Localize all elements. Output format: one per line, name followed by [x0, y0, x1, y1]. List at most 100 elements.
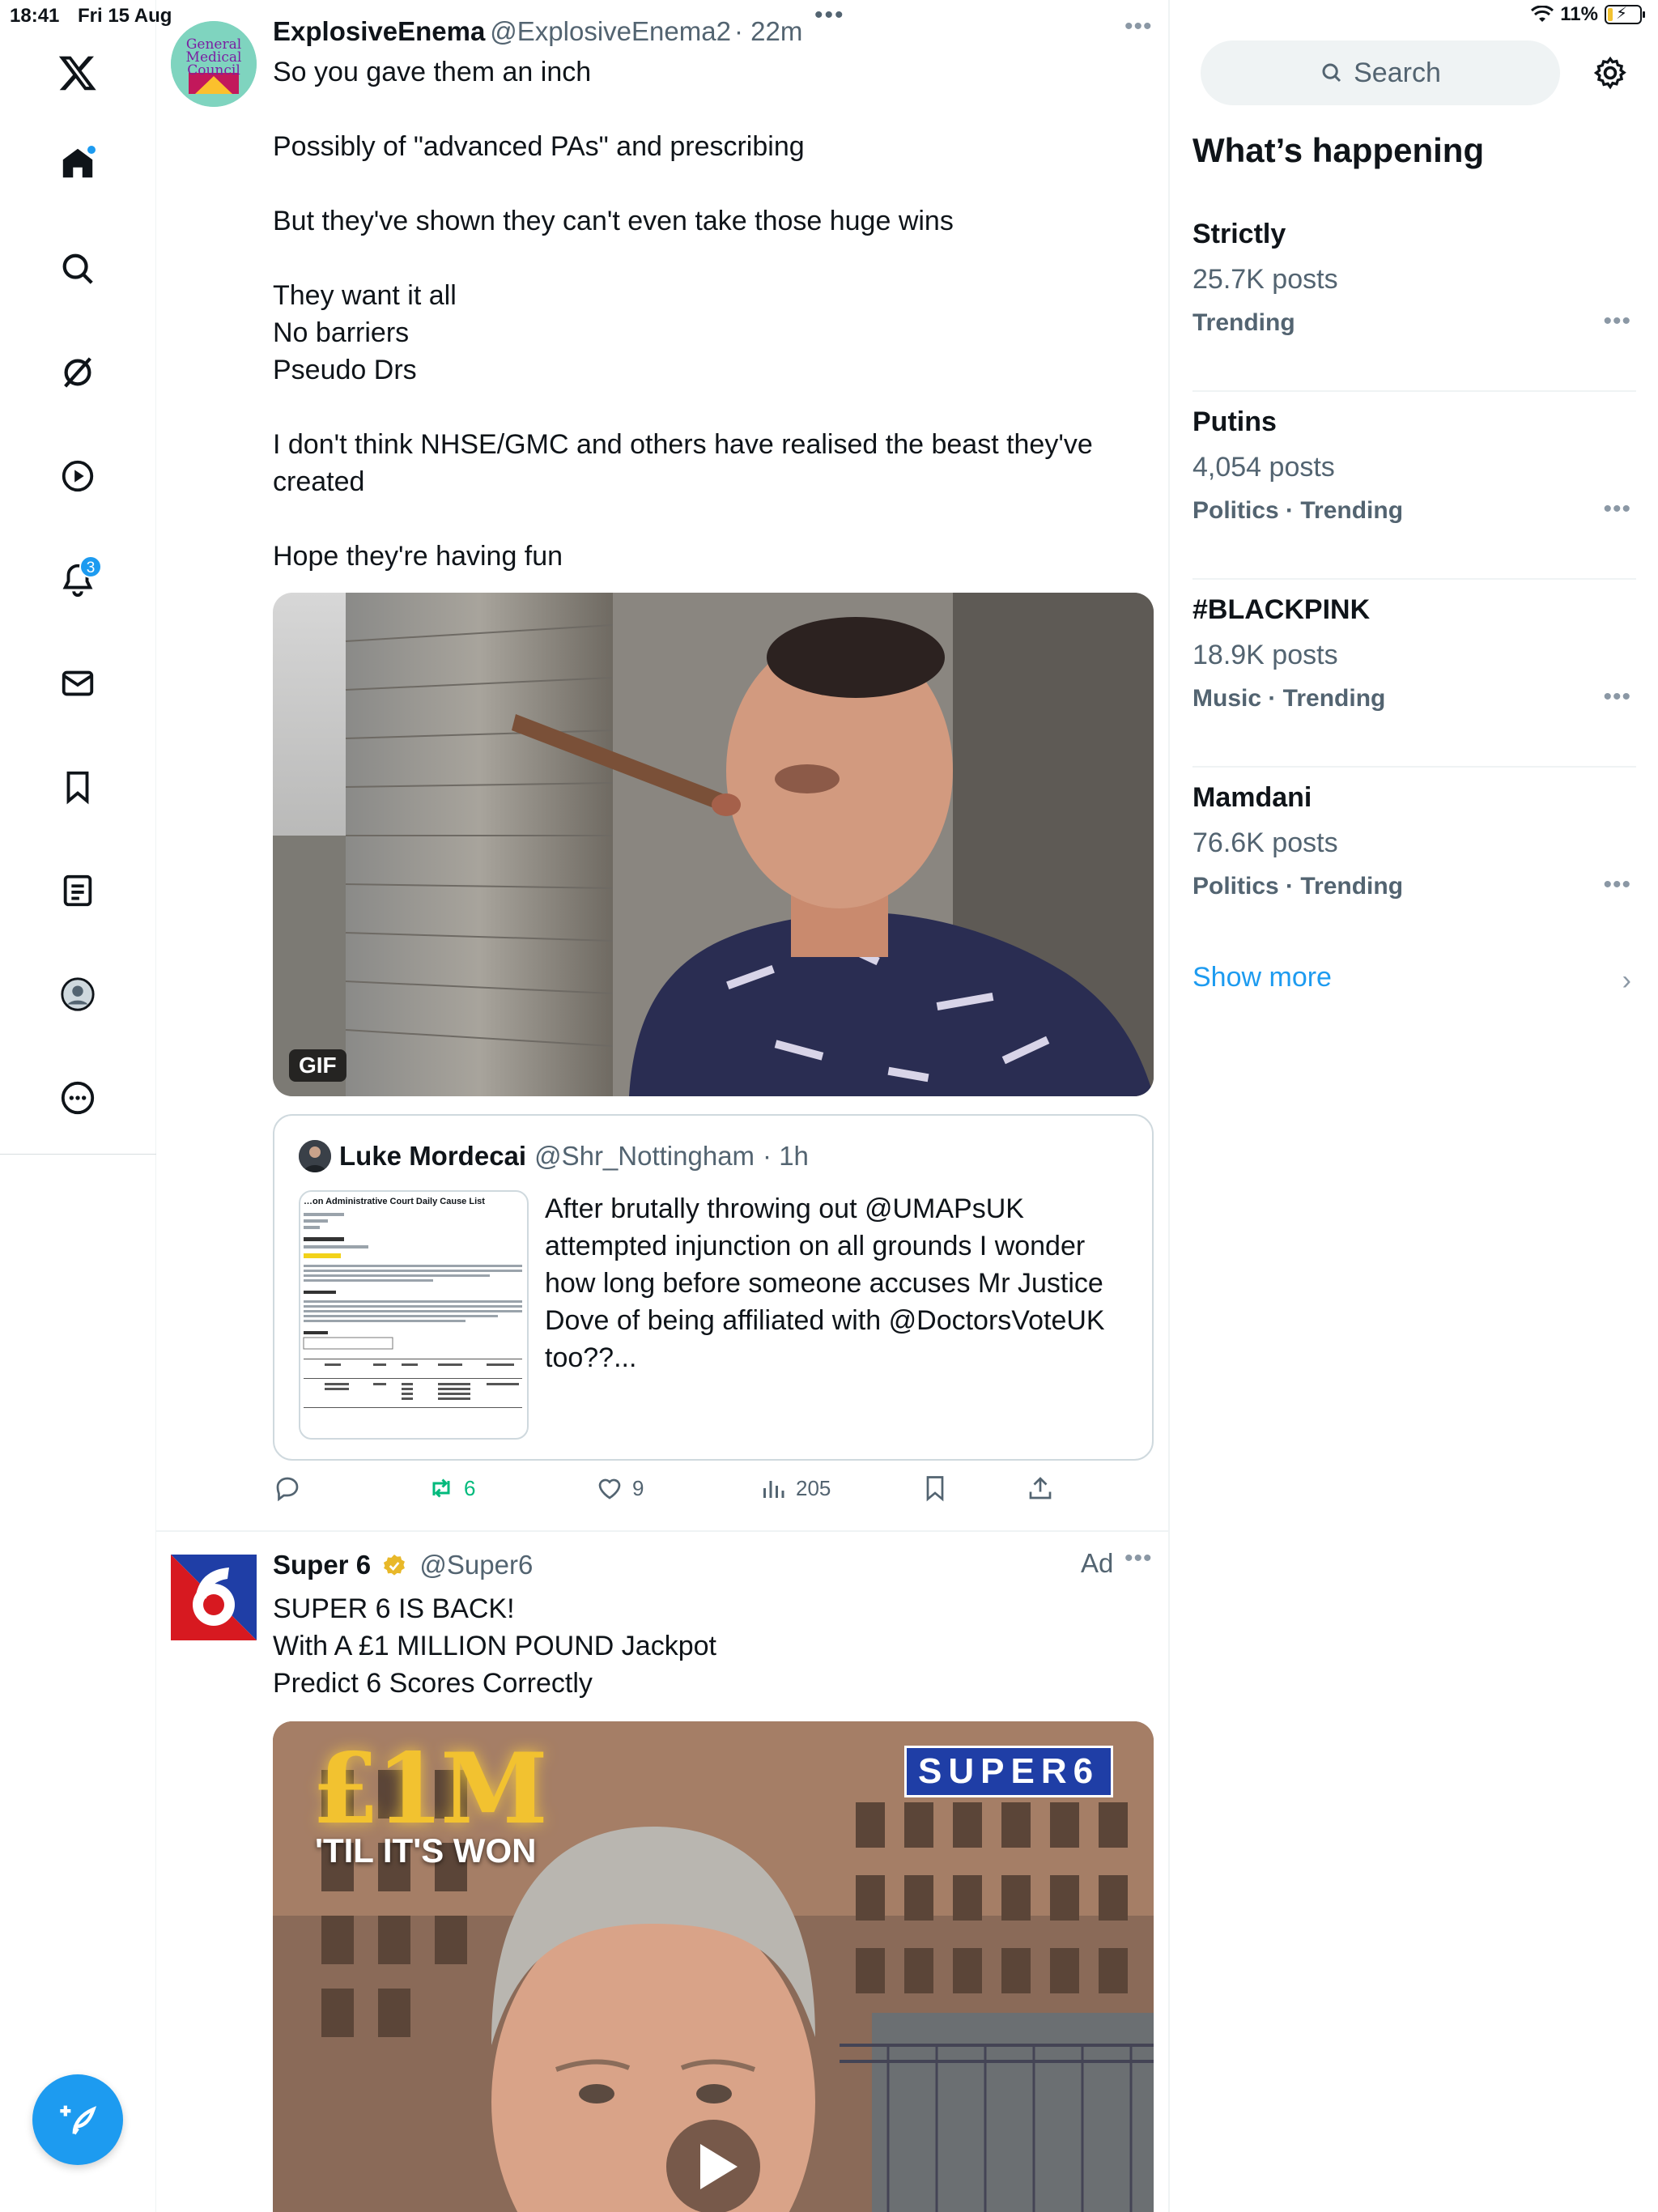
ad-more-icon[interactable]: ••• [1124, 1545, 1153, 1572]
show-more-link[interactable]: Show more › [1192, 962, 1636, 1002]
views-button[interactable]: 205 [759, 1474, 831, 1503]
nav-profile[interactable] [53, 970, 102, 1019]
quoted-time: · 1h [763, 1141, 809, 1171]
trend-posts: 25.7K posts [1192, 264, 1338, 295]
trend-more-icon[interactable]: ••• [1603, 308, 1631, 335]
tweet-line: Pseudo Drs [273, 355, 417, 385]
retweet-count: 6 [464, 1475, 476, 1500]
nav-grok[interactable] [53, 348, 102, 397]
more-icon [61, 1081, 95, 1115]
gif-media[interactable]: GIF [273, 593, 1154, 1096]
nav-search[interactable] [53, 245, 102, 293]
trend-posts: 18.9K posts [1192, 640, 1338, 670]
views-chart-icon [763, 1481, 784, 1498]
nav-video[interactable] [53, 452, 102, 500]
gif-badge: GIF [289, 1049, 346, 1082]
nav-bookmarks[interactable] [53, 763, 102, 811]
tweet-line: Hope they're having fun [273, 541, 563, 572]
super6-logo-image [171, 1555, 257, 1640]
show-more-label: Show more [1192, 962, 1332, 993]
settings-button[interactable] [1588, 50, 1633, 96]
verified-badge-icon [384, 1555, 406, 1576]
svg-text:Council: Council [187, 62, 240, 79]
trend-more-icon[interactable]: ••• [1603, 871, 1631, 899]
ad-line: Predict 6 Scores Correctly [273, 1668, 593, 1699]
like-count: 9 [632, 1475, 644, 1500]
reply-button[interactable] [273, 1474, 310, 1503]
ad-label: Ad [1081, 1548, 1114, 1578]
quoted-avatar [299, 1140, 331, 1172]
trend-item[interactable]: Strictly 25.7K posts Trending ••• [1192, 204, 1636, 392]
timeline: General Medical Council ExplosiveEnema @E… [156, 0, 1170, 2212]
ad-tweet[interactable]: Super 6 @Super6 Ad ••• SUPER 6 IS BACK! … [156, 1532, 1170, 2212]
right-sidebar: Search What’s happening Strictly 25.7K p… [1170, 0, 1658, 2212]
nav-messages[interactable] [53, 659, 102, 708]
share-button[interactable] [1026, 1474, 1055, 1503]
ad-author-name[interactable]: Super 6 [273, 1550, 371, 1580]
ad-tweet-header: Super 6 @Super6 [273, 1550, 533, 1580]
nav-notifications[interactable]: 3 [53, 555, 102, 604]
profile-icon [61, 977, 95, 1011]
tweet-line: Possibly of "advanced PAs" and prescribi… [273, 131, 805, 162]
compose-icon [60, 2105, 97, 2135]
ad-line: With A £1 MILLION POUND Jackpot [273, 1631, 716, 1661]
quoted-author-handle[interactable]: @Shr_Nottingham [534, 1141, 755, 1172]
quoted-tweet-text: After brutally throwing out @UMAPsUK att… [545, 1193, 1105, 1373]
document-lines-image [303, 1213, 522, 1408]
like-button[interactable]: 9 [595, 1474, 644, 1503]
tweet-line [273, 165, 1115, 202]
retweet-icon [432, 1478, 450, 1498]
ad-tweet-text: SUPER 6 IS BACK! With A £1 MILLION POUND… [273, 1590, 1115, 1702]
tweet-line [273, 240, 1115, 277]
share-icon [1029, 1477, 1052, 1499]
compose-button[interactable] [32, 2074, 123, 2165]
bookmark-button[interactable] [920, 1474, 950, 1503]
trend-title: Strictly [1192, 219, 1286, 249]
nav-lists[interactable] [53, 866, 102, 915]
search-input[interactable]: Search [1201, 40, 1560, 105]
avatar[interactable]: General Medical Council [171, 21, 257, 107]
tweet-header: ExplosiveEnema @ExplosiveEnema2 · 22m [273, 16, 802, 47]
ad-video-media[interactable]: £1M 'TIL IT'S WON SUPER6 [273, 1721, 1154, 2212]
trend-posts: 4,054 posts [1192, 452, 1335, 483]
trend-category: Politics · Trending [1192, 497, 1404, 524]
views-count: 205 [796, 1475, 831, 1500]
trend-more-icon[interactable]: ••• [1603, 683, 1631, 711]
author-name[interactable]: ExplosiveEnema [273, 16, 485, 46]
tweet-more-icon[interactable]: ••• [1124, 13, 1153, 40]
trend-category: Politics · Trending [1192, 873, 1404, 900]
trend-item[interactable]: Putins 4,054 posts Politics · Trending •… [1192, 392, 1636, 580]
quoted-author-name[interactable]: Luke Mordecai [339, 1141, 526, 1172]
nav-more[interactable] [53, 1074, 102, 1122]
trend-item[interactable]: #BLACKPINK 18.9K posts Music · Trending … [1192, 580, 1636, 768]
author-handle[interactable]: @ExplosiveEnema2 [490, 16, 731, 46]
reply-icon [276, 1477, 299, 1502]
video-icon [62, 460, 94, 492]
tweet[interactable]: General Medical Council ExplosiveEnema @E… [156, 0, 1170, 1530]
gmc-avatar-image: General Medical Council [171, 21, 257, 107]
retweet-button[interactable]: 6 [427, 1474, 475, 1503]
quoted-tweet-header: Luke Mordecai @Shr_Nottingham · 1h [299, 1140, 809, 1172]
x-logo-icon[interactable] [53, 49, 102, 97]
tweet-line: So you gave them an inch [273, 57, 592, 87]
lists-icon [63, 874, 92, 907]
trend-title: Putins [1192, 406, 1277, 437]
trend-category: Trending [1192, 309, 1295, 336]
ad-author-handle[interactable]: @Super6 [419, 1550, 533, 1580]
nav-home[interactable] [53, 139, 102, 188]
quoted-tweet[interactable]: Luke Mordecai @Shr_Nottingham · 1h …on A… [273, 1114, 1154, 1461]
tweet-actions: 6 9 205 [273, 1474, 1204, 1514]
quoted-document-thumbnail: …on Administrative Court Daily Cause Lis… [299, 1190, 529, 1440]
trend-more-icon[interactable]: ••• [1603, 496, 1631, 523]
gear-icon [1593, 56, 1626, 90]
grok-icon [64, 357, 91, 388]
mail-icon [62, 670, 94, 696]
notifications-badge: 3 [79, 555, 102, 578]
home-notification-dot [86, 144, 97, 155]
trend-item[interactable]: Mamdani 76.6K posts Politics · Trending … [1192, 768, 1636, 955]
super6-logo-avatar[interactable] [171, 1555, 257, 1640]
tweet-time[interactable]: · 22m [734, 16, 802, 46]
tweet-line: But they've shown they can't even take t… [273, 206, 954, 236]
search-icon [1322, 63, 1341, 83]
thumbnail-title: …on Administrative Court Daily Cause Lis… [304, 1197, 485, 1206]
